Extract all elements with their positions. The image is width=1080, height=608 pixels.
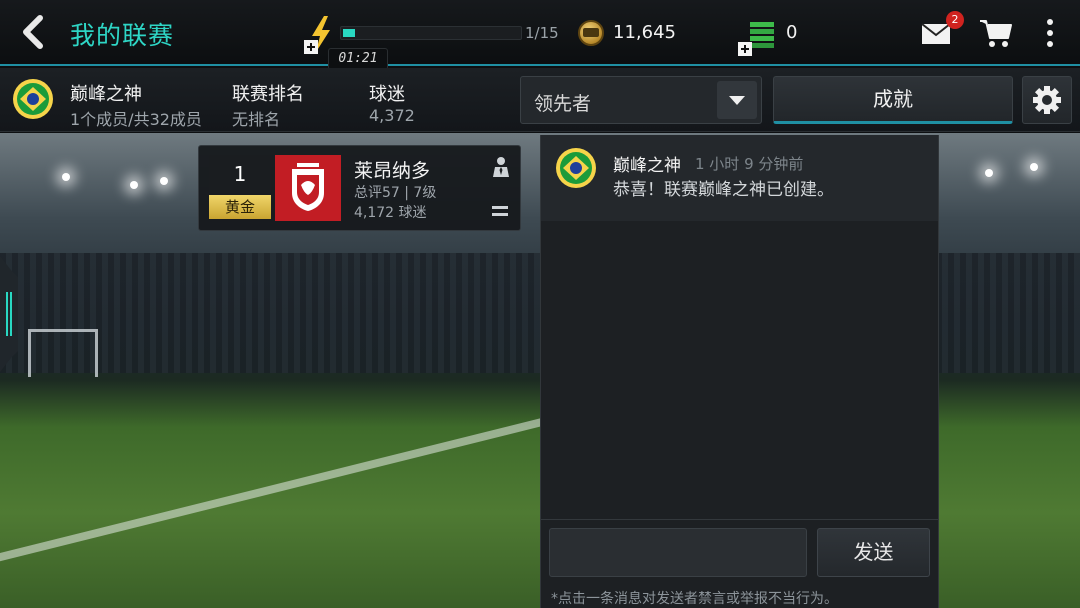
coin-balance: 11,645: [613, 22, 676, 43]
coin-icon: [578, 20, 604, 46]
floodlight: [160, 177, 168, 185]
chevron-down-icon: [729, 96, 745, 105]
member-fans: 4,172 球迷: [354, 205, 427, 221]
top-bar: 我的联赛 1/15 01:21 11,645 0 2: [0, 0, 1080, 70]
goal-post: [28, 329, 98, 377]
chat-divider: [541, 519, 938, 520]
league-name: 巅峰之神: [70, 84, 142, 105]
chevron-left-icon: [23, 15, 43, 49]
floodlight: [985, 169, 993, 177]
chat-sender: 巅峰之神: [613, 156, 681, 176]
member-tier-badge: 黄金: [209, 195, 271, 219]
club-crest-icon: [275, 155, 341, 221]
member-name: 莱昂纳多: [354, 160, 431, 182]
member-card[interactable]: 1 黄金 莱昂纳多 总评57 | 7级 4,172 球迷: [198, 145, 521, 231]
equal-icon: [492, 206, 508, 218]
mail-badge: 2: [946, 11, 964, 29]
cash-balance: 0: [786, 22, 798, 43]
chat-moderation-note: *点击一条消息对发送者禁言或举报不当行为。: [551, 591, 838, 607]
pitch-line: [0, 408, 583, 571]
chat-input[interactable]: [549, 528, 807, 577]
floodlight: [1030, 163, 1038, 171]
energy-timer: 01:21: [328, 48, 388, 70]
chat-panel: 巅峰之神 1 小时 9 分钟前 恭喜！联赛巅峰之神已创建。 发送 *点击一条消息…: [540, 135, 939, 608]
member-rating: 总评57 | 7级: [354, 185, 437, 201]
energy-count: 1/15: [525, 24, 559, 42]
member-rank: 1 黄金: [209, 155, 271, 219]
league-rank-value: 无排名: [232, 110, 281, 129]
back-button[interactable]: [14, 12, 54, 52]
energy-progress-fill: [343, 29, 355, 37]
fans-value: 4,372: [369, 106, 415, 125]
energy-progress-bar: [340, 26, 522, 40]
member-rank-number: 1: [209, 155, 271, 193]
dropdown-toggle[interactable]: [717, 81, 757, 119]
more-vertical-icon: [1047, 19, 1053, 47]
cash-stack-icon[interactable]: [738, 16, 778, 56]
dropdown-selected-value: 领先者: [534, 93, 592, 115]
achievements-button[interactable]: 成就: [773, 76, 1013, 124]
more-options-button[interactable]: [1038, 16, 1062, 50]
fans-label: 球迷: [369, 84, 405, 105]
league-member-count: 1个成员/共32成员: [70, 110, 202, 129]
send-button[interactable]: 发送: [817, 528, 930, 577]
shopping-cart-icon: [980, 20, 1012, 47]
floodlight: [130, 181, 138, 189]
floodlight: [62, 173, 70, 181]
chat-text: 恭喜！联赛巅峰之神已创建。: [613, 180, 834, 200]
brazil-flag-badge-icon: [13, 79, 53, 119]
chat-message[interactable]: 巅峰之神 1 小时 9 分钟前 恭喜！联赛巅峰之神已创建。: [541, 135, 938, 221]
chat-timestamp: 1 小时 9 分钟前: [695, 155, 804, 173]
gear-icon: [1033, 86, 1061, 114]
page-title: 我的联赛: [70, 21, 175, 50]
league-rank-label: 联赛排名: [232, 84, 304, 105]
brazil-flag-badge-icon: [556, 148, 596, 188]
settings-button[interactable]: [1022, 76, 1072, 124]
leaderboard-dropdown[interactable]: 领先者: [520, 76, 762, 124]
manager-icon: [493, 157, 509, 177]
shop-button[interactable]: [978, 16, 1014, 50]
